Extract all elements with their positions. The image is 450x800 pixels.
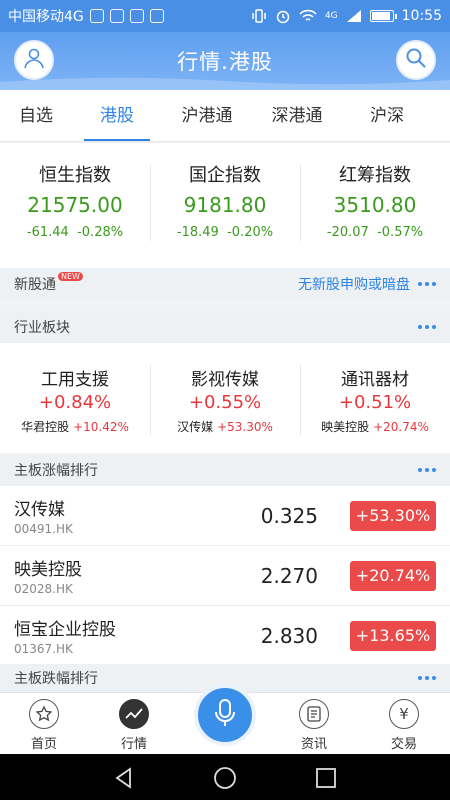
status-bar: 中国移动4G 4G 10:55 [0, 0, 450, 32]
stock-name: 汉传媒 [14, 500, 65, 520]
nav-label: 行情 [120, 737, 147, 752]
more-icon[interactable] [418, 468, 436, 472]
recents-icon[interactable] [314, 766, 338, 790]
index-change: -61.44 -0.28% [26, 225, 124, 240]
star-icon [29, 699, 59, 729]
index-change: -18.49 -0.20% [176, 225, 274, 240]
section-title: 新股通 [14, 277, 56, 293]
sector-name: 工用支援 [41, 370, 109, 390]
back-icon[interactable] [112, 766, 136, 790]
battery-icon [369, 10, 397, 22]
stock-name: 恒宝企业控股 [14, 620, 116, 640]
tab-us-stocks[interactable]: 美股 [432, 90, 450, 141]
table-row[interactable]: 映美控股 02028.HK 2.270 +20.74% [0, 546, 450, 606]
nav-home[interactable]: 首页 [14, 699, 74, 752]
carrier-label: 中国移动4G [8, 9, 84, 25]
search-icon [404, 46, 428, 74]
tab-shenzhen-hk-connect[interactable]: 深港通 [252, 90, 342, 141]
notification-app-icon [89, 9, 104, 23]
clock: 10:55 [401, 8, 442, 24]
change-badge: +13.65% [350, 620, 436, 651]
nav-market[interactable]: 行情 [104, 699, 164, 752]
sector-change: +0.55% [188, 392, 262, 413]
signal-icon [346, 9, 362, 23]
vibrate-icon [251, 8, 267, 24]
nav-news[interactable]: 资讯 [284, 699, 344, 752]
user-icon [22, 46, 46, 74]
table-row[interactable]: 恒宝企业控股 01367.HK 2.830 +13.65% [0, 606, 450, 666]
stock-price: 0.325 [260, 503, 318, 528]
microphone-icon [212, 698, 238, 732]
stock-code: 01367.HK [14, 642, 73, 656]
tab-a-shares[interactable]: 沪深 [342, 90, 432, 141]
nav-label: 首页 [30, 737, 57, 752]
new-badge: NEW [58, 271, 83, 281]
notification-lock-icon [129, 9, 144, 23]
more-icon[interactable] [418, 325, 436, 329]
alarm-icon [275, 8, 291, 24]
index-value: 9181.80 [183, 193, 267, 217]
index-card-hscei[interactable]: 国企指数 9181.80 -18.49 -0.20% [150, 161, 300, 268]
wifi-icon [299, 9, 317, 23]
sector-leader: 华君控股 +10.42% [21, 420, 129, 434]
stock-code: 02028.HK [14, 582, 73, 596]
section-title: 行业板块 [14, 320, 70, 336]
sector-leader: 映美控股 +20.74% [321, 420, 429, 434]
index-value: 3510.80 [333, 193, 417, 217]
sector-section-header[interactable]: 行业板块 [0, 311, 450, 343]
tab-hk-stocks[interactable]: 港股 [72, 90, 162, 141]
market-tabs: 自选 港股 沪港通 深港通 沪深 美股 [0, 90, 450, 142]
sector-name: 影视传媒 [191, 370, 259, 390]
change-badge: +53.30% [350, 500, 436, 531]
search-button[interactable] [396, 40, 436, 80]
nav-trade[interactable]: ¥ 交易 [374, 699, 434, 752]
section-title: 主板跌幅排行 [14, 671, 98, 687]
ipo-status-link[interactable]: 无新股申购或暗盘 [298, 274, 410, 294]
more-icon[interactable] [418, 676, 436, 680]
stock-price: 2.270 [260, 563, 318, 588]
index-name: 国企指数 [189, 165, 261, 186]
sector-cards: 工用支援 +0.84% 华君控股 +10.42% 影视传媒 +0.55% 汉传媒 +… [0, 343, 450, 453]
sector-leader: 汉传媒 +53.30% [177, 420, 273, 434]
tab-shanghai-hk-connect[interactable]: 沪港通 [162, 90, 252, 141]
voice-input-button[interactable] [194, 684, 256, 746]
sector-card[interactable]: 工用支援 +0.84% 华君控股 +10.42% [0, 365, 150, 453]
sector-change: +0.51% [338, 392, 412, 413]
ipo-section-header[interactable]: 新股通 NEW 无新股申购或暗盘 [0, 268, 450, 300]
user-profile-button[interactable] [14, 40, 54, 80]
change-badge: +20.74% [350, 560, 436, 591]
sector-change: +0.84% [38, 392, 112, 413]
index-value: 21575.00 [27, 193, 123, 217]
nav-label: 交易 [390, 737, 417, 752]
news-icon [299, 699, 329, 729]
notification-link-icon [149, 9, 164, 23]
stock-name: 映美控股 [14, 560, 82, 580]
sector-card[interactable]: 通讯器材 +0.51% 映美控股 +20.74% [300, 365, 450, 453]
sector-card[interactable]: 影视传媒 +0.55% 汉传媒 +53.30% [150, 365, 300, 453]
index-name: 红筹指数 [339, 165, 411, 186]
yen-icon: ¥ [389, 699, 419, 729]
stock-code: 00491.HK [14, 522, 73, 536]
notification-gallery-icon [109, 9, 124, 23]
table-row[interactable]: 汉传媒 00491.HK 0.325 +53.30% [0, 486, 450, 546]
gainers-list: 汉传媒 00491.HK 0.325 +53.30% 映美控股 02028.HK… [0, 486, 450, 666]
trend-icon [119, 699, 149, 729]
more-icon[interactable] [418, 282, 436, 286]
app-header: 行情.港股 [0, 32, 450, 90]
nav-label: 资讯 [300, 737, 327, 752]
index-cards: 恒生指数 21575.00 -61.44 -0.28% 国企指数 9181.80… [0, 143, 450, 268]
sector-name: 通讯器材 [341, 370, 409, 390]
home-circle-icon[interactable] [213, 766, 237, 790]
index-change: -20.07 -0.57% [326, 225, 424, 240]
section-title: 主板涨幅排行 [14, 463, 98, 479]
system-nav-bar [0, 754, 450, 800]
network-type: 4G [324, 11, 338, 21]
index-card-hscci[interactable]: 红筹指数 3510.80 -20.07 -0.57% [300, 161, 450, 268]
index-name: 恒生指数 [39, 165, 111, 186]
stock-price: 2.830 [260, 623, 318, 648]
tab-watchlist[interactable]: 自选 [0, 90, 72, 141]
index-card-hsi[interactable]: 恒生指数 21575.00 -61.44 -0.28% [0, 161, 150, 268]
gainers-section-header[interactable]: 主板涨幅排行 [0, 454, 450, 486]
header-wave-decoration [0, 77, 450, 90]
